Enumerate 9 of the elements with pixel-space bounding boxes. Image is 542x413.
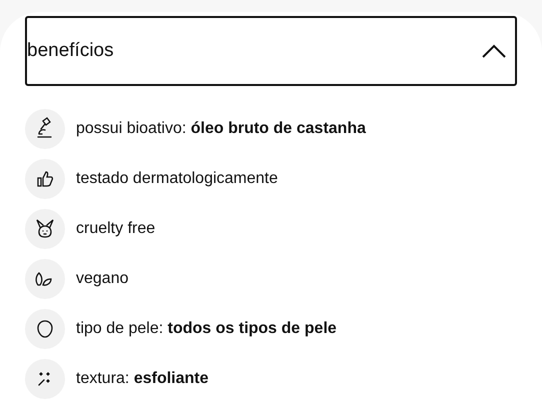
benefit-text: textura: esfoliante	[76, 370, 208, 388]
chevron-icon	[481, 43, 507, 59]
benefit-text: cruelty free	[76, 220, 156, 238]
accordion-title: benefícios	[27, 40, 114, 62]
accordion-header[interactable]: benefícios	[25, 16, 517, 86]
benefit-text: tipo de pele: todos os tipos de pele	[76, 320, 337, 338]
benefit-text: testado dermatologicamente	[76, 170, 278, 188]
benefit-text: possui bioativo: óleo bruto de castanha	[76, 120, 366, 138]
benefit-text: vegano	[76, 270, 128, 288]
